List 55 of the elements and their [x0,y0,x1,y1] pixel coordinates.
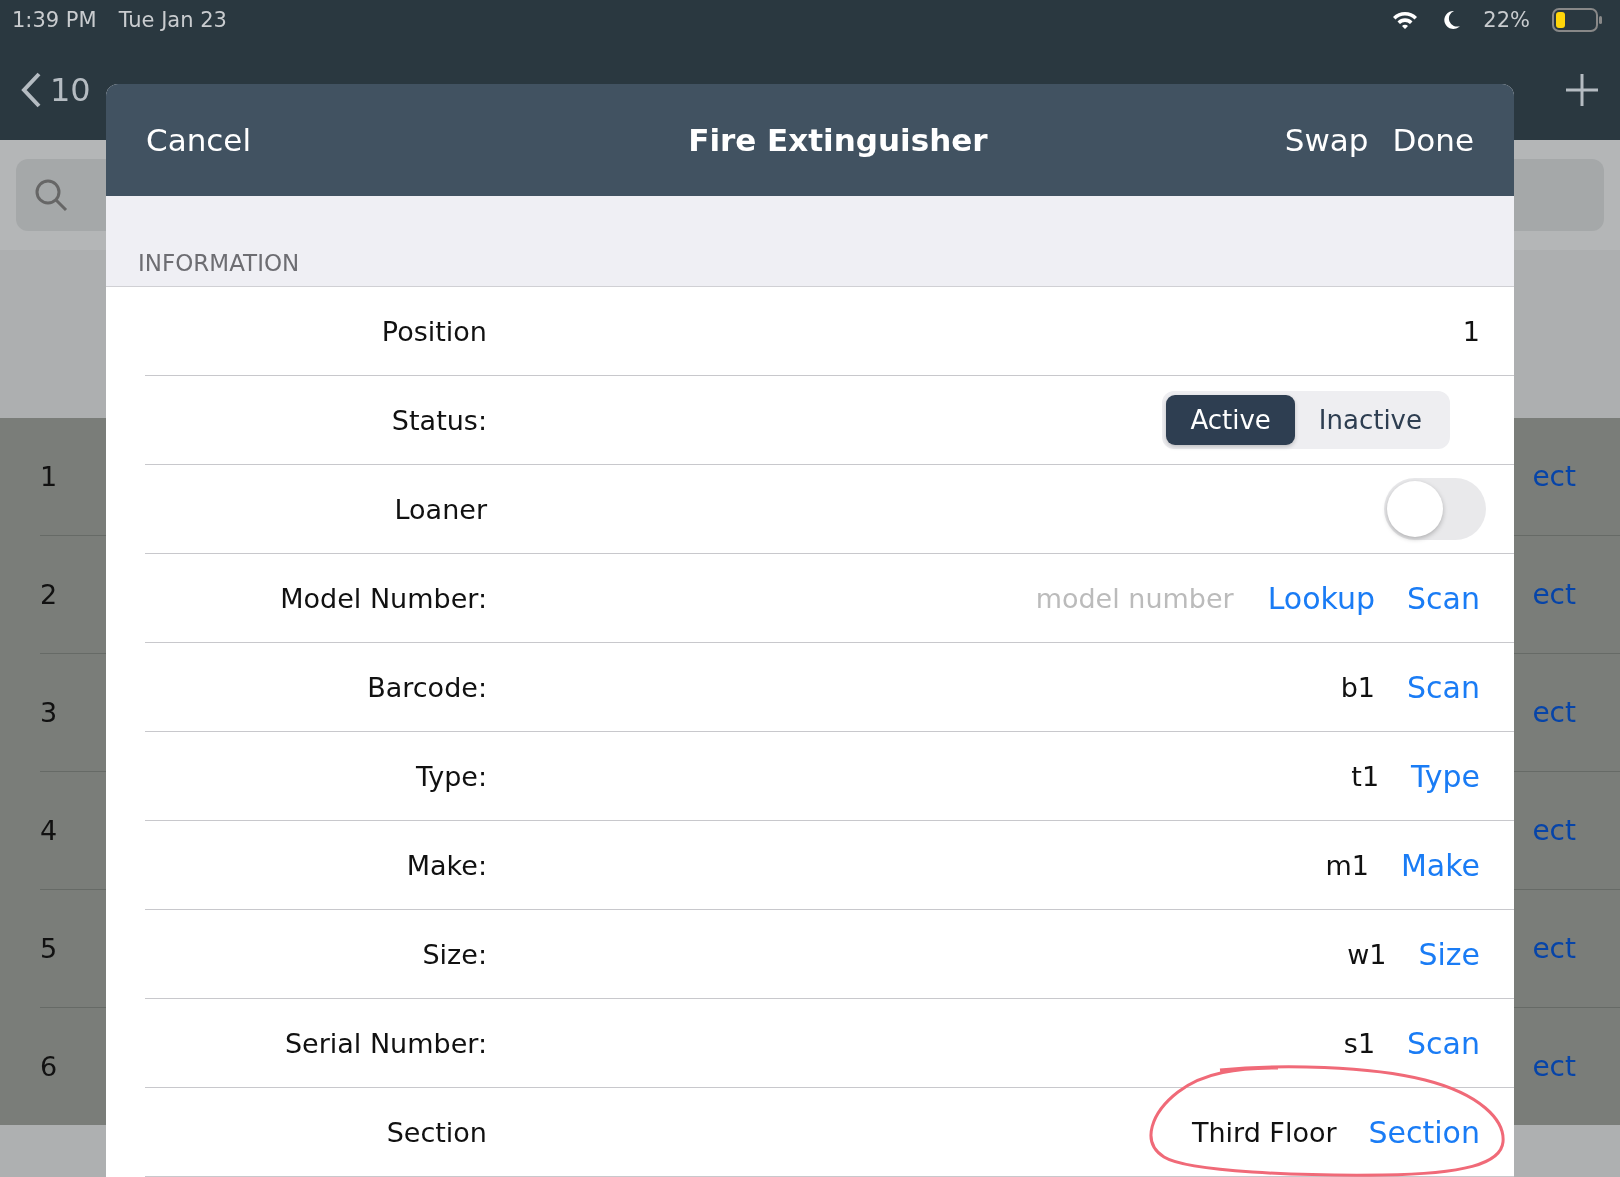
row-value: 1 [1462,315,1480,347]
row-value: Third Floor [1191,1116,1337,1148]
row-number: 5 [40,933,58,964]
segment-option[interactable]: Inactive [1294,395,1446,445]
toggle-switch[interactable] [1384,478,1486,540]
row-value: s1 [1343,1027,1376,1059]
row-label: Position [380,315,487,347]
status-time: 1:39 PM [12,8,97,32]
row-number: 1 [40,461,58,492]
row-label: Make: [405,849,487,881]
battery-percentage: 22% [1483,8,1530,32]
modal-title: Fire Extinguisher [687,122,989,158]
add-icon[interactable] [1564,72,1600,108]
action-link[interactable]: Type [1411,758,1480,794]
status-date: Tue Jan 23 [118,8,227,32]
wifi-icon [1391,9,1420,31]
action-link[interactable]: Scan [1407,669,1480,705]
row-link[interactable]: ect [1532,460,1576,493]
action-link[interactable]: Lookup [1267,580,1376,616]
back-title[interactable]: 10 [50,71,91,109]
action-link[interactable]: Make [1400,847,1480,883]
row-label: Type: [414,760,487,792]
action-link[interactable]: Scan [1407,580,1480,616]
back-chevron-icon[interactable] [20,71,42,109]
row-value: m1 [1325,849,1369,881]
row-label: Loaner [393,493,487,525]
search-icon [34,178,68,212]
row-number: 6 [40,1051,58,1082]
battery-icon [1552,8,1604,32]
header-button[interactable]: Swap [1284,122,1369,158]
segment-option[interactable]: Active [1166,395,1295,445]
row-number: 4 [40,815,58,846]
row-link[interactable]: ect [1532,1050,1576,1083]
row-link[interactable]: ect [1532,696,1576,729]
row-label: Barcode: [366,671,487,703]
row-label: Section [385,1116,487,1148]
row-number: 2 [40,579,58,610]
row-value: b1 [1340,671,1376,703]
section-header: INFORMATION [138,250,300,276]
row-link[interactable]: ect [1532,578,1576,611]
action-link[interactable]: Section [1368,1114,1480,1150]
header-button[interactable]: Done [1392,122,1474,158]
row-label: Status: [390,404,487,436]
cancel-button[interactable]: Cancel [146,122,252,158]
row-value: w1 [1347,938,1387,970]
action-link[interactable]: Scan [1407,1025,1480,1061]
row-value: t1 [1351,760,1380,792]
row-label: Model Number: [279,582,487,614]
row-link[interactable]: ect [1532,932,1576,965]
row-link[interactable]: ect [1532,814,1576,847]
action-link[interactable]: Size [1418,936,1480,972]
row-label: Size: [421,938,487,970]
row-label: Serial Number: [283,1027,487,1059]
moon-icon [1441,9,1462,31]
row-number: 3 [40,697,58,728]
